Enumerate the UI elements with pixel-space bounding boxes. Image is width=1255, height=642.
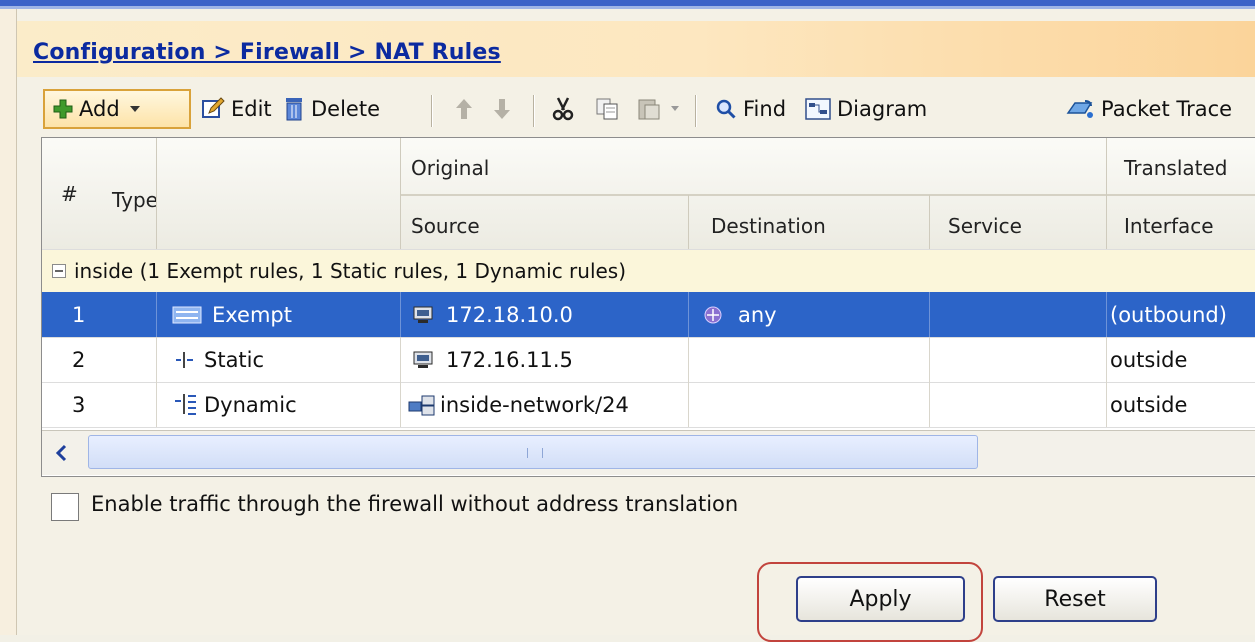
dynamic-nat-icon xyxy=(175,393,196,415)
row-type: Exempt xyxy=(172,292,292,337)
column-group-translated: Translated xyxy=(1124,156,1228,180)
paste-icon xyxy=(638,99,660,120)
enable-traffic-checkbox[interactable] xyxy=(51,493,79,521)
row-source-label: 172.18.10.0 xyxy=(446,302,573,327)
row-type-label: Exempt xyxy=(212,302,292,327)
header-divider xyxy=(400,194,1255,196)
host-icon xyxy=(413,306,433,323)
diagram-icon xyxy=(805,98,831,120)
arrow-down-icon xyxy=(494,99,510,119)
breadcrumb[interactable]: Configuration > Firewall > NAT Rules xyxy=(33,40,501,65)
any-network-icon xyxy=(704,306,722,323)
row-type: Static xyxy=(172,337,264,382)
column-header-service[interactable]: Service xyxy=(948,214,1022,238)
group-row-label: inside (1 Exempt rules, 1 Static rules, … xyxy=(74,259,627,283)
enable-traffic-label: Enable traffic through the firewall with… xyxy=(91,492,739,516)
column-header-number[interactable]: # xyxy=(61,182,78,206)
row-interface: outside xyxy=(1110,392,1188,417)
row-source: 172.18.10.0 xyxy=(412,292,573,337)
exempt-icon xyxy=(172,306,202,323)
scrollbar-thumb[interactable] xyxy=(88,435,978,469)
row-source-label: 172.16.11.5 xyxy=(446,347,573,372)
row-interface: (outbound) xyxy=(1110,302,1227,327)
chevron-down-icon xyxy=(129,106,140,112)
delete-button[interactable]: Delete xyxy=(283,89,380,129)
column-divider xyxy=(929,195,930,249)
packet-trace-button-label: Packet Trace xyxy=(1101,97,1233,121)
table-row[interactable]: 3 Dynamic inside-network/24 outside xyxy=(42,382,1255,428)
row-source-label: inside-network/24 xyxy=(440,392,629,417)
collapse-icon[interactable] xyxy=(52,264,66,278)
packet-trace-icon xyxy=(1066,100,1093,118)
column-divider xyxy=(400,138,401,249)
horizontal-scrollbar[interactable] xyxy=(42,430,1255,475)
copy-button[interactable] xyxy=(595,89,619,129)
left-navigation-edge xyxy=(0,9,17,635)
add-button[interactable]: Add xyxy=(43,89,191,129)
row-type: Dynamic xyxy=(172,382,297,427)
toolbar-separator xyxy=(533,95,535,127)
table-row[interactable]: 2 Static 172.16.11.5 outside xyxy=(42,337,1255,383)
trash-icon xyxy=(286,98,302,121)
nat-rules-table: # Type Original Translated Source Destin… xyxy=(41,137,1255,477)
column-header-type[interactable]: Type xyxy=(112,188,158,212)
host-icon xyxy=(413,351,433,368)
search-icon xyxy=(716,99,736,119)
diagram-button[interactable]: Diagram xyxy=(805,89,927,129)
column-header-interface[interactable]: Interface xyxy=(1124,214,1214,238)
row-type-label: Static xyxy=(204,347,265,372)
scroll-left-icon[interactable] xyxy=(50,441,74,465)
add-button-label: Add xyxy=(79,97,120,121)
edit-button[interactable]: Edit xyxy=(201,89,272,129)
row-source: 172.16.11.5 xyxy=(412,337,573,382)
apply-button[interactable]: Apply xyxy=(796,576,965,622)
group-row-inside[interactable]: inside (1 Exempt rules, 1 Static rules, … xyxy=(42,249,1255,293)
column-divider xyxy=(688,195,689,249)
arrow-up-icon xyxy=(456,99,472,119)
chevron-down-icon xyxy=(671,106,679,111)
find-button[interactable]: Find xyxy=(715,89,786,129)
reset-button[interactable]: Reset xyxy=(993,576,1157,622)
row-type-label: Dynamic xyxy=(204,392,297,417)
scissors-icon xyxy=(552,97,574,121)
scrollbar-grip xyxy=(527,448,543,458)
rules-toolbar: Add Edit Delete Find Diagram Packet Trac… xyxy=(39,85,1255,135)
column-header-source[interactable]: Source xyxy=(411,214,480,238)
toolbar-separator xyxy=(695,95,697,127)
add-icon xyxy=(53,99,73,119)
paste-button[interactable] xyxy=(637,89,681,129)
column-group-original: Original xyxy=(411,156,490,180)
table-header: # Type Original Translated Source Destin… xyxy=(42,138,1255,249)
diagram-button-label: Diagram xyxy=(837,97,928,121)
delete-button-label: Delete xyxy=(311,97,380,121)
find-button-label: Find xyxy=(743,97,787,121)
network-group-icon xyxy=(408,395,435,415)
table-row[interactable]: 1 Exempt 172.18.10.0 any (outbound) xyxy=(42,292,1255,338)
packet-trace-button[interactable]: Packet Trace xyxy=(1065,89,1232,129)
nat-rules-panel: Configuration > Firewall > NAT Rules Add… xyxy=(17,9,1255,642)
static-nat-icon xyxy=(176,351,193,368)
panel-title-bar: Configuration > Firewall > NAT Rules xyxy=(17,21,1255,77)
move-down-button[interactable] xyxy=(491,89,513,129)
row-number: 2 xyxy=(72,347,86,372)
row-destination: any xyxy=(702,292,777,337)
row-destination-label: any xyxy=(738,302,777,327)
move-up-button[interactable] xyxy=(453,89,475,129)
toolbar-separator xyxy=(431,95,433,127)
edit-button-label: Edit xyxy=(231,97,272,121)
row-source: inside-network/24 xyxy=(408,382,629,427)
row-number: 1 xyxy=(72,302,86,327)
row-number: 3 xyxy=(72,392,86,417)
cut-button[interactable] xyxy=(551,89,575,129)
row-interface: outside xyxy=(1110,347,1188,372)
column-divider xyxy=(156,138,157,249)
copy-icon xyxy=(596,98,618,120)
column-divider xyxy=(1106,138,1107,249)
edit-icon xyxy=(202,97,225,118)
column-header-destination[interactable]: Destination xyxy=(711,214,826,238)
